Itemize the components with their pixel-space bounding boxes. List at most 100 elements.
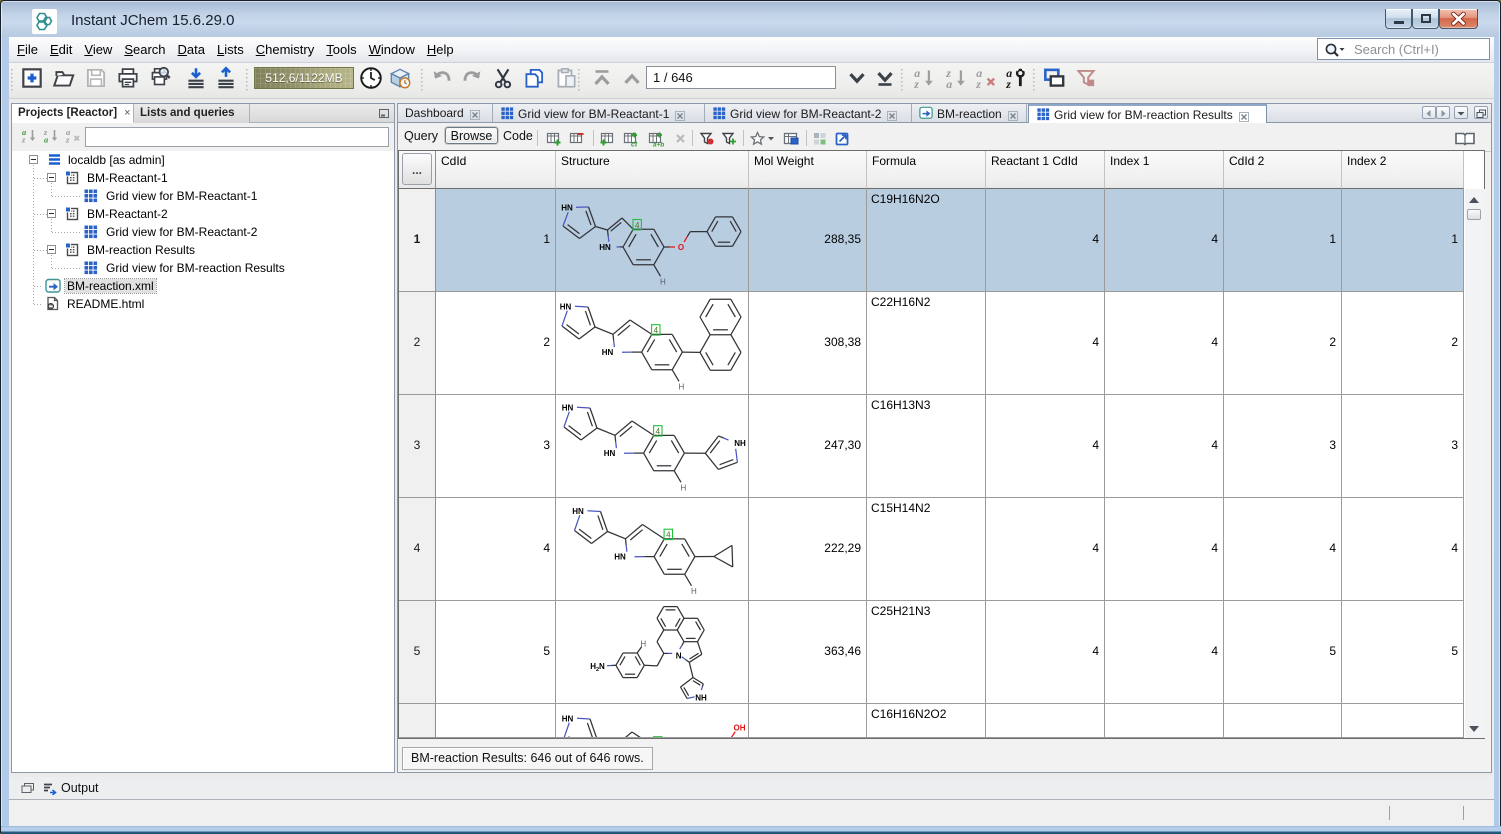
scroll-left-button[interactable] xyxy=(1422,106,1436,119)
menu-file[interactable]: File xyxy=(11,39,44,60)
menu-lists[interactable]: Lists xyxy=(211,39,250,60)
cell-cdid-row[interactable] xyxy=(436,704,556,738)
cell-index-2-row5[interactable]: 5 xyxy=(1342,601,1464,704)
mode-code[interactable]: Code xyxy=(503,129,533,143)
scroll-down-arrow[interactable] xyxy=(1469,726,1479,732)
save-button[interactable] xyxy=(83,65,109,91)
tbl-minus-button[interactable] xyxy=(568,130,585,147)
left-tab-projects[interactable]: Projects [Reactor]× xyxy=(12,104,134,123)
star-drop-button[interactable] xyxy=(749,130,766,147)
funnel-plus-button[interactable] xyxy=(720,130,737,147)
column-chooser-button[interactable]: ... xyxy=(402,153,432,185)
tree-item-label[interactable]: BM-reaction.xml xyxy=(65,279,156,293)
menu-data[interactable]: Data xyxy=(172,39,211,60)
gc-clock-button[interactable] xyxy=(358,65,384,91)
cell-reactant-1-cdid-row[interactable] xyxy=(986,704,1105,738)
cell-cdid-row4[interactable]: 4 xyxy=(436,498,556,601)
cell-reactant-1-cdid-row3[interactable]: 4 xyxy=(986,395,1105,498)
new-file-button[interactable] xyxy=(19,65,45,91)
cell-reactant-1-cdid-row5[interactable]: 4 xyxy=(986,601,1105,704)
column-header-formula[interactable]: Formula xyxy=(867,151,986,189)
cell-mol-weight-row3[interactable]: 247,30 xyxy=(749,395,867,498)
column-header-cdid-2[interactable]: CdId 2 xyxy=(1224,151,1342,189)
left-tab-lists-and-queries[interactable]: Lists and queries xyxy=(134,104,250,123)
column-header-index-1[interactable]: Index 1 xyxy=(1105,151,1224,189)
cell-reactant-1-cdid-row2[interactable]: 4 xyxy=(986,292,1105,395)
column-header-reactant-1-cdid[interactable]: Reactant 1 CdId xyxy=(986,151,1105,189)
tree-item-label[interactable]: Grid view for BM-reaction Results xyxy=(106,261,285,275)
print-button[interactable] xyxy=(115,65,141,91)
tree-collapse-handle[interactable] xyxy=(29,155,38,164)
cube-clock-button[interactable] xyxy=(387,65,413,91)
tab-close-icon[interactable] xyxy=(1239,109,1253,123)
cell-reactant-1-cdid-row1[interactable]: 4 xyxy=(986,189,1105,292)
x-gray-button[interactable] xyxy=(672,130,689,147)
mode-browse[interactable]: Browse xyxy=(445,127,498,144)
cell-mol-weight-row1[interactable]: 288,35 xyxy=(749,189,867,292)
cell-index-2-row[interactable] xyxy=(1342,704,1464,738)
cell-formula-row5[interactable]: C25H21N3 xyxy=(867,601,986,704)
tab-close-icon[interactable] xyxy=(887,108,901,122)
column-header-index-2[interactable]: Index 2 xyxy=(1342,151,1464,189)
book-button[interactable] xyxy=(1453,130,1477,147)
title-bar[interactable]: Instant JChem 15.6.29.0 xyxy=(1,1,1500,37)
scroll-right-button[interactable] xyxy=(1436,106,1450,119)
scroll-up-arrow[interactable] xyxy=(1469,197,1479,203)
tbl-plus-button[interactable] xyxy=(545,130,562,147)
tree-collapse-handle[interactable] xyxy=(47,209,56,218)
tab-close-icon[interactable] xyxy=(1008,108,1022,122)
cell-index-1-row3[interactable]: 4 xyxy=(1105,395,1224,498)
row-header[interactable]: 2 xyxy=(399,292,436,395)
import-button[interactable] xyxy=(183,65,209,91)
tree-item-label[interactable]: localdb [as admin] xyxy=(68,153,165,167)
cell-formula-row3[interactable]: C16H13N3 xyxy=(867,395,986,498)
cell-cdid-2-row5[interactable]: 5 xyxy=(1224,601,1342,704)
sort-ax-sm-button[interactable]: az xyxy=(64,127,81,143)
windows-button[interactable] xyxy=(1041,65,1067,91)
nav-last-button[interactable] xyxy=(872,65,898,91)
cell-mol-weight-row4[interactable]: 222,29 xyxy=(749,498,867,601)
maximize-button[interactable] xyxy=(1412,9,1439,29)
close-button[interactable] xyxy=(1439,9,1478,29)
cell-cdid-row5[interactable]: 5 xyxy=(436,601,556,704)
sort-ax-button[interactable]: az xyxy=(973,65,999,91)
row-header[interactable]: 1 xyxy=(399,189,436,292)
cell-formula-row[interactable]: C16H16N2O2 xyxy=(867,704,986,738)
filter-pink-button[interactable] xyxy=(1073,65,1099,91)
cell-index-1-row[interactable] xyxy=(1105,704,1224,738)
tbl-ab-button[interactable]: a+b xyxy=(647,130,664,147)
grid-gg-button[interactable] xyxy=(811,130,828,147)
menu-window[interactable]: Window xyxy=(363,39,421,60)
vertical-scrollbar[interactable] xyxy=(1465,189,1485,738)
scroll-thumb[interactable] xyxy=(1467,209,1481,220)
document-tab[interactable]: Grid view for BM-Reactant-2 xyxy=(705,104,912,122)
nav-prev-button[interactable] xyxy=(619,65,645,91)
minimize-button[interactable] xyxy=(1385,9,1412,29)
tbl-plus2-button[interactable] xyxy=(599,130,616,147)
cell-index-2-row4[interactable]: 4 xyxy=(1342,498,1464,601)
tab-close-icon[interactable] xyxy=(675,108,689,122)
tree-item-label[interactable]: Grid view for BM-Reactant-2 xyxy=(106,225,257,239)
document-tab[interactable]: Dashboard xyxy=(398,104,493,122)
cell-formula-row1[interactable]: C19H16N2O xyxy=(867,189,986,292)
cell-mol-weight-row5[interactable]: 363,46 xyxy=(749,601,867,704)
menu-edit[interactable]: Edit xyxy=(44,39,78,60)
cell-index-2-row2[interactable]: 2 xyxy=(1342,292,1464,395)
cell-index-1-row1[interactable]: 4 xyxy=(1105,189,1224,292)
export-blue-button[interactable] xyxy=(834,130,851,147)
paste-button[interactable] xyxy=(553,65,579,91)
cell-mol-weight-row2[interactable]: 308,38 xyxy=(749,292,867,395)
cell-index-2-row1[interactable]: 1 xyxy=(1342,189,1464,292)
tree-item-label[interactable]: BM-reaction Results xyxy=(87,243,195,257)
undo-button[interactable] xyxy=(429,65,455,91)
cut-button[interactable] xyxy=(490,65,516,91)
print-preview-button[interactable] xyxy=(147,65,173,91)
cell-cdid-2-row3[interactable]: 3 xyxy=(1224,395,1342,498)
menu-search[interactable]: Search xyxy=(118,39,171,60)
sort-za-sm-button[interactable]: za xyxy=(42,127,59,143)
quick-search-box[interactable]: Search (Ctrl+I) xyxy=(1317,38,1490,60)
tree-item-label[interactable]: README.html xyxy=(67,297,144,311)
cell-index-1-row4[interactable]: 4 xyxy=(1105,498,1224,601)
mode-query[interactable]: Query xyxy=(404,129,438,143)
cell-cdid-row1[interactable]: 1 xyxy=(436,189,556,292)
